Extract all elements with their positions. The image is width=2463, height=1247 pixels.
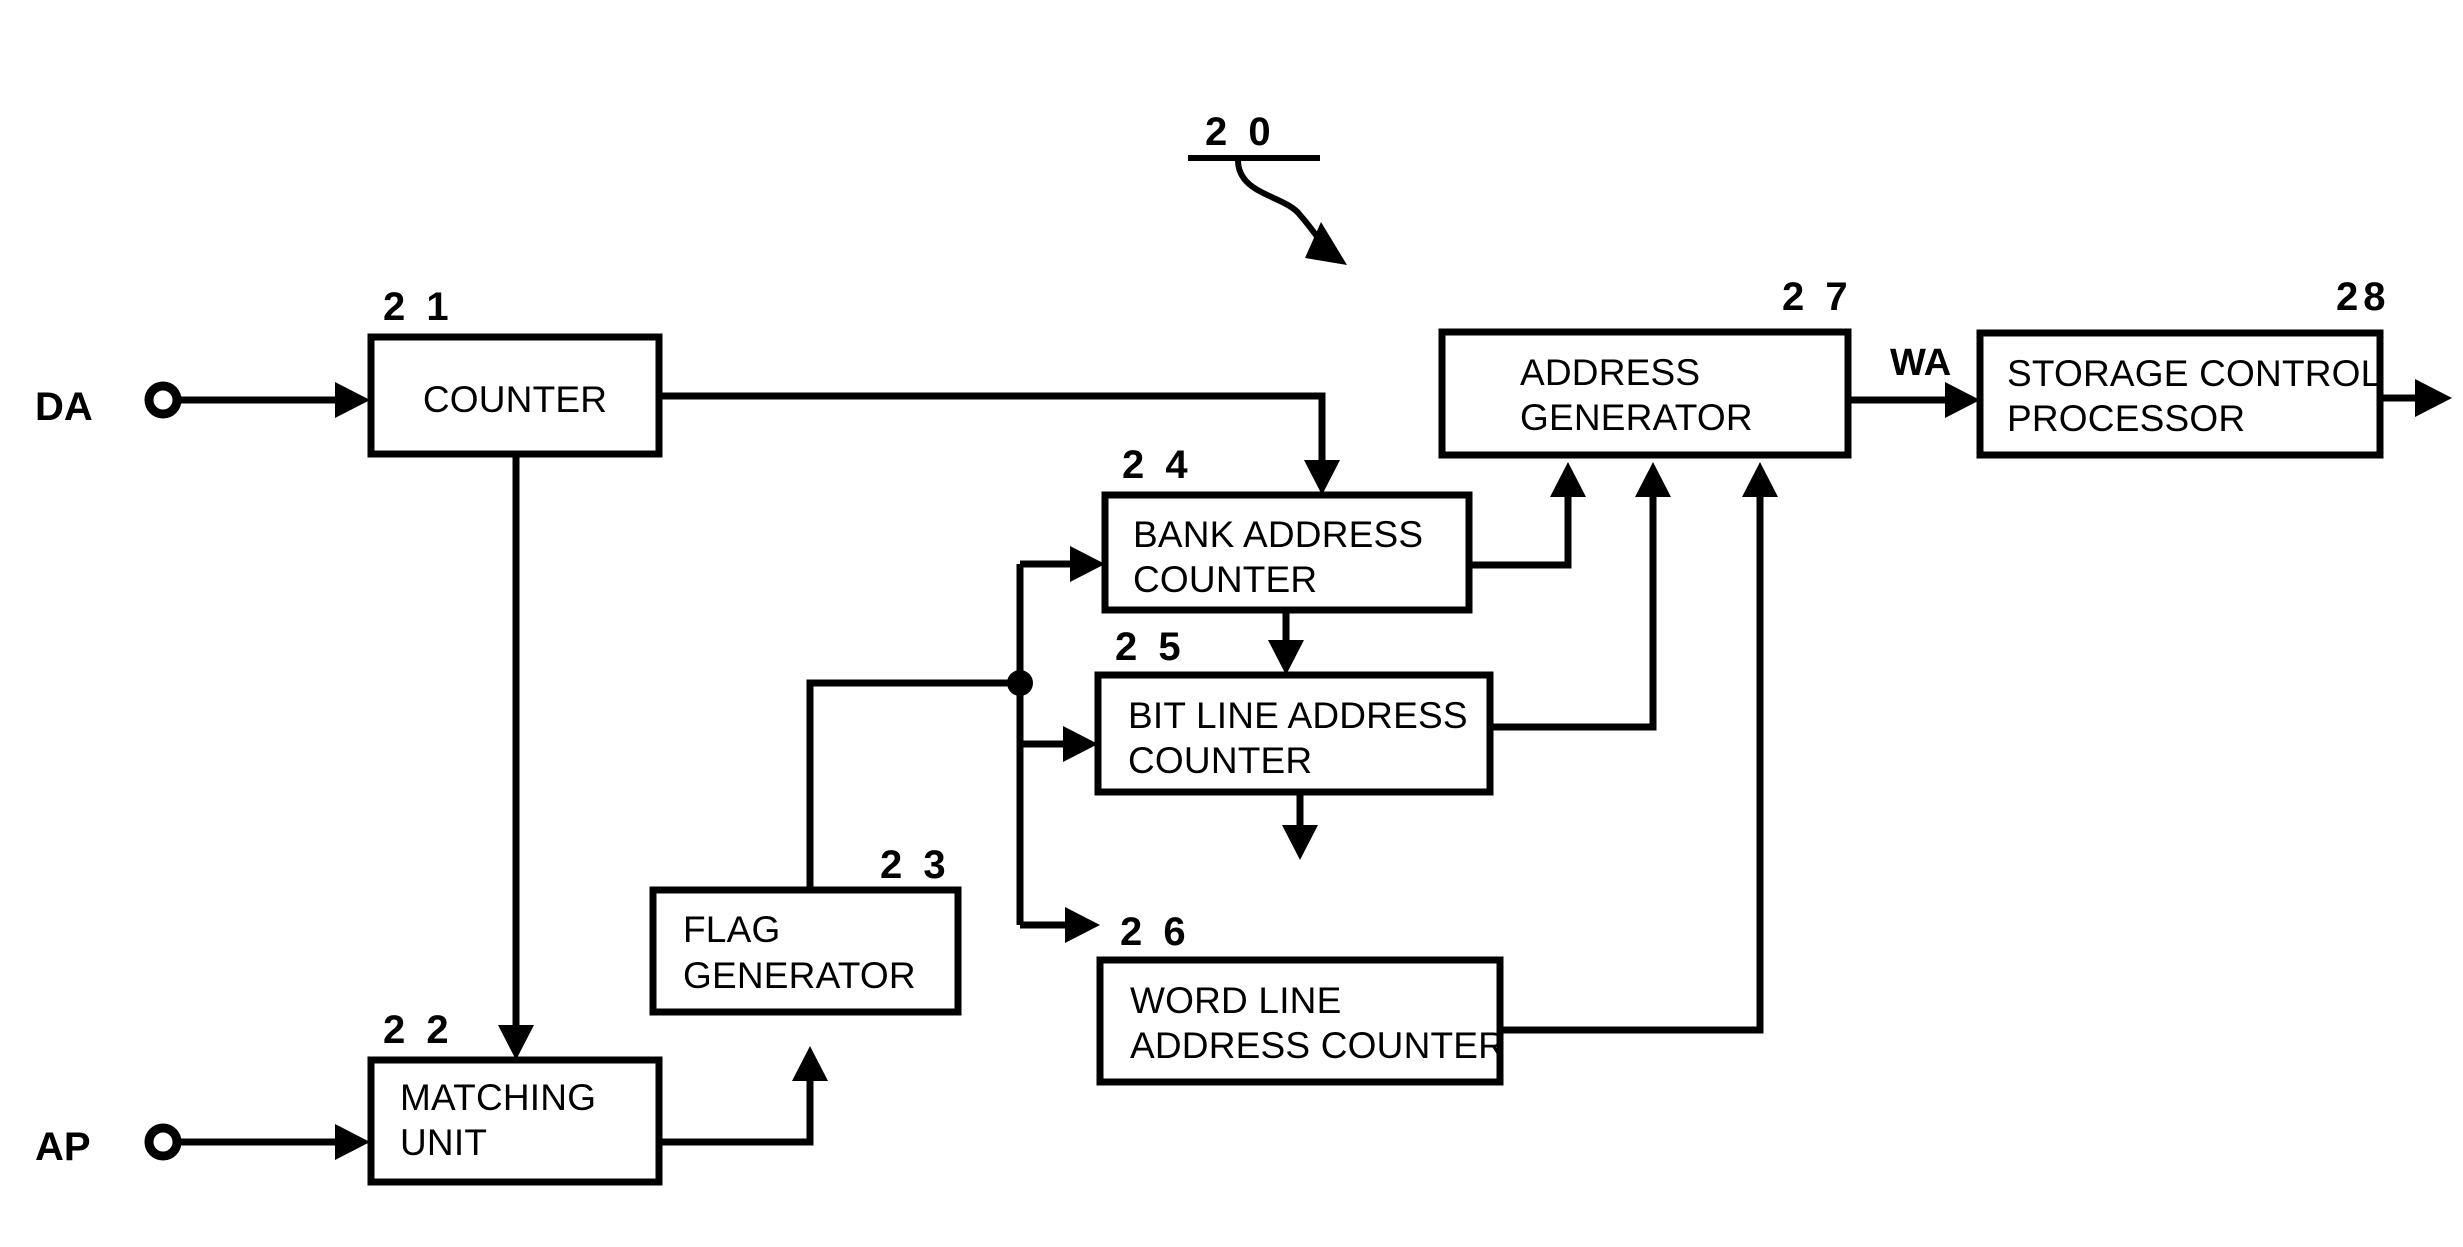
block-flag-generator[interactable]: 2 3 FLAG GENERATOR: [649, 843, 962, 1016]
wire-bitline-to-wordline: [1282, 792, 1318, 860]
da-port-label: DA: [35, 385, 93, 429]
block-counter[interactable]: 2 1 COUNTER: [367, 285, 663, 458]
storage-control-processor-label-line1: STORAGE CONTROL: [2007, 353, 2381, 394]
flag-generator-label-line1: FLAG: [683, 909, 780, 950]
wire-addrgen-to-storage: WA: [1848, 342, 1980, 418]
matching-unit-label-line2: UNIT: [400, 1122, 487, 1163]
ref-number-20: 2 0: [1205, 110, 1276, 154]
arrow-storage-output: [2415, 379, 2452, 417]
arrow-bus-to-wordline: [1065, 907, 1100, 943]
address-generator-label-line2: GENERATOR: [1520, 397, 1753, 438]
da-input-group: DA: [35, 381, 370, 429]
arrow-bank-to-addrgen: [1550, 462, 1586, 497]
wire-matching-flag-path: [659, 1075, 814, 1146]
figure-canvas: 2 0 DA 2 1 COUNTER AP 2 2 MATCHING UNIT …: [0, 0, 2463, 1247]
ref-number-24: 2 4: [1122, 443, 1193, 487]
arrow-matching-to-flag: [792, 1046, 828, 1081]
da-terminal-circle[interactable]: [144, 381, 182, 419]
ref-number-21: 2 1: [383, 285, 454, 329]
word-line-address-counter-label-line1: WORD LINE: [1130, 980, 1341, 1021]
ap-input-group: AP: [35, 1123, 370, 1169]
wire-bank-to-addrgen: [1469, 462, 1586, 569]
bit-line-address-counter-label-line1: BIT LINE ADDRESS: [1128, 695, 1468, 736]
word-line-address-counter-label-line2: ADDRESS COUNTER: [1130, 1025, 1505, 1066]
bit-line-address-counter-label-line2: COUNTER: [1128, 740, 1312, 781]
ref-number-25: 2 5: [1115, 625, 1186, 669]
arrow-counter-to-bank: [1304, 460, 1340, 495]
ref-number-28: 28: [2336, 275, 2391, 319]
wire-counter-bank-path: [659, 392, 1326, 470]
wire-wordline-to-addrgen: [1500, 462, 1778, 1034]
arrow-bus-to-bitline: [1063, 726, 1098, 762]
block-bank-address-counter[interactable]: 2 4 BANK ADDRESS COUNTER: [1101, 443, 1473, 614]
wire-wordline-addrgen-path: [1500, 492, 1764, 1034]
bank-address-counter-label-line1: BANK ADDRESS: [1133, 514, 1423, 555]
arrow-bitline-to-wordline: [1282, 825, 1318, 860]
ap-terminal-circle[interactable]: [144, 1123, 182, 1161]
block-address-generator[interactable]: 2 7 ADDRESS GENERATOR: [1438, 275, 1853, 459]
arrow-bus-to-bank: [1070, 546, 1105, 582]
ref-number-26: 2 6: [1120, 910, 1191, 954]
wa-signal-label: WA: [1890, 342, 1951, 384]
wire-bitline-to-addrgen: [1490, 462, 1671, 731]
ref-number-27: 2 7: [1782, 275, 1853, 319]
bus-junction-dot: [1007, 670, 1033, 696]
wire-storage-output: [2380, 379, 2452, 417]
flag-generator-label-line2: GENERATOR: [683, 955, 916, 996]
block-word-line-address-counter[interactable]: 2 6 WORD LINE ADDRESS COUNTER: [1096, 910, 1505, 1086]
arrow-bitline-to-addrgen: [1635, 462, 1671, 497]
block-storage-control-processor[interactable]: 28 STORAGE CONTROL PROCESSOR: [1976, 275, 2391, 459]
wire-counter-to-matching: [498, 454, 534, 1060]
matching-unit-label-line1: MATCHING: [400, 1077, 596, 1118]
arrow-ap-to-matching: [335, 1124, 370, 1160]
overall-reference-callout: 2 0: [1188, 110, 1347, 265]
arrow-counter-to-matching: [498, 1025, 534, 1060]
wire-bank-to-bitline: [1268, 610, 1304, 675]
arrow-bank-to-bitline: [1268, 640, 1304, 675]
wire-bank-addrgen-path: [1469, 492, 1572, 569]
arrow-addrgen-to-storage: [1945, 382, 1980, 418]
storage-control-processor-label-line2: PROCESSOR: [2007, 398, 2245, 439]
flag-distribution-bus: [1007, 546, 1105, 943]
ap-port-label: AP: [35, 1125, 91, 1169]
wire-counter-to-bank: [659, 392, 1340, 495]
arrow-da-to-counter: [335, 382, 370, 418]
ref-number-23: 2 3: [880, 843, 951, 887]
wire-matching-to-flag: [659, 1046, 828, 1146]
ref-number-22: 2 2: [383, 1008, 454, 1052]
address-generator-label-line1: ADDRESS: [1520, 352, 1700, 393]
arrow-wordline-to-addrgen: [1742, 462, 1778, 497]
block-diagram-svg: 2 0 DA 2 1 COUNTER AP 2 2 MATCHING UNIT …: [35, 110, 2452, 1186]
bank-address-counter-label-line2: COUNTER: [1133, 559, 1317, 600]
counter-label-line1: COUNTER: [423, 379, 607, 420]
